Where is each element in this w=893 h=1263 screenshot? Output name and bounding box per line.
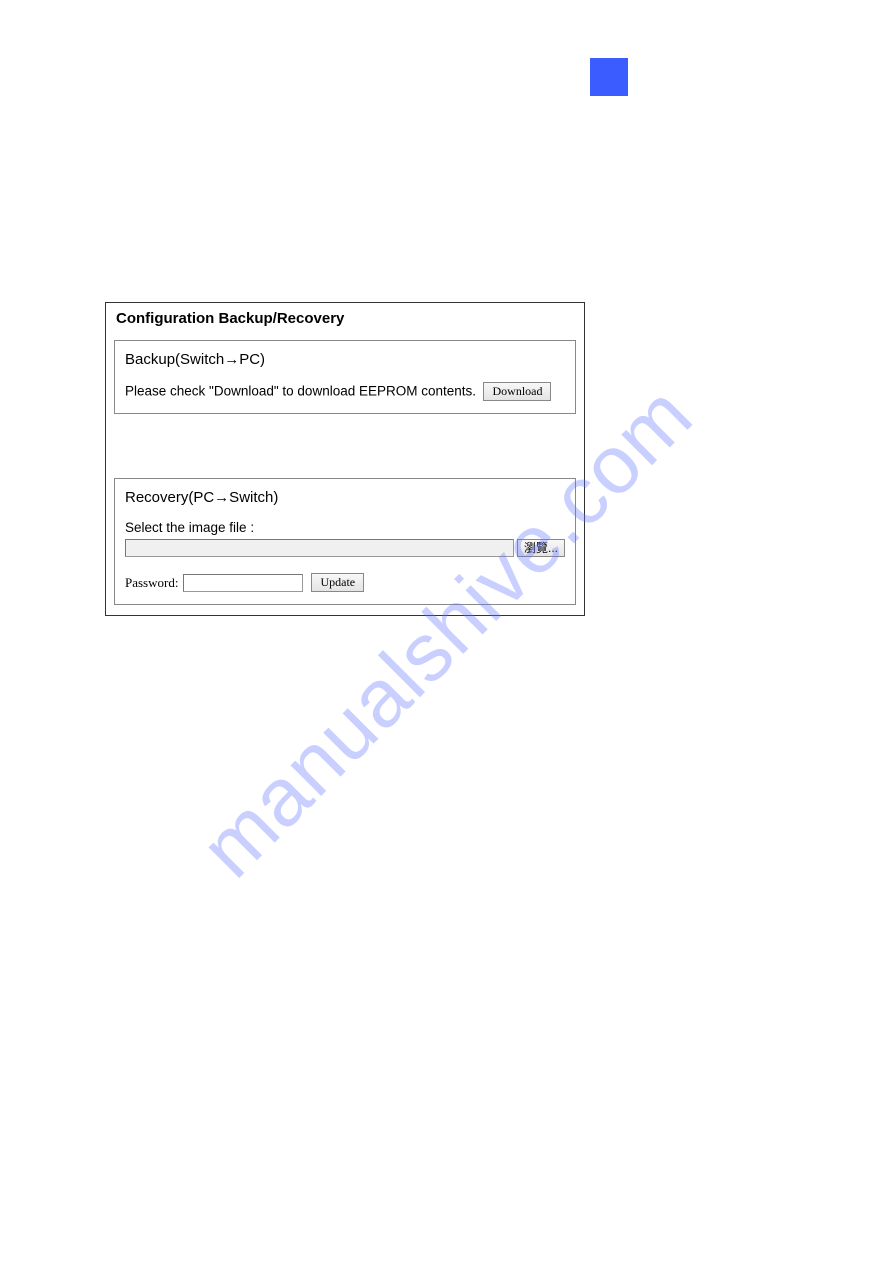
file-select-label: Select the image file : bbox=[125, 520, 565, 535]
recovery-section: Recovery(PC→Switch) Select the image fil… bbox=[114, 478, 576, 605]
password-row: Password: Update bbox=[125, 573, 565, 592]
config-backup-recovery-panel: Configuration Backup/Recovery Backup(Swi… bbox=[105, 302, 585, 616]
file-input-row: 瀏覽... bbox=[125, 539, 565, 557]
browse-button[interactable]: 瀏覽... bbox=[517, 539, 565, 557]
backup-title: Backup(Switch→PC) bbox=[125, 351, 565, 368]
download-button[interactable]: Download bbox=[483, 382, 551, 401]
backup-section: Backup(Switch→PC) Please check "Download… bbox=[114, 340, 576, 414]
file-path-input[interactable] bbox=[125, 539, 514, 557]
backup-description: Please check "Download" to download EEPR… bbox=[125, 384, 476, 399]
panel-header: Configuration Backup/Recovery bbox=[106, 303, 584, 334]
password-label: Password: bbox=[125, 575, 178, 591]
section-gap bbox=[106, 424, 584, 472]
recovery-title: Recovery(PC→Switch) bbox=[125, 489, 565, 506]
password-input[interactable] bbox=[183, 574, 303, 592]
update-button[interactable]: Update bbox=[311, 573, 364, 592]
decorative-square bbox=[590, 58, 628, 96]
